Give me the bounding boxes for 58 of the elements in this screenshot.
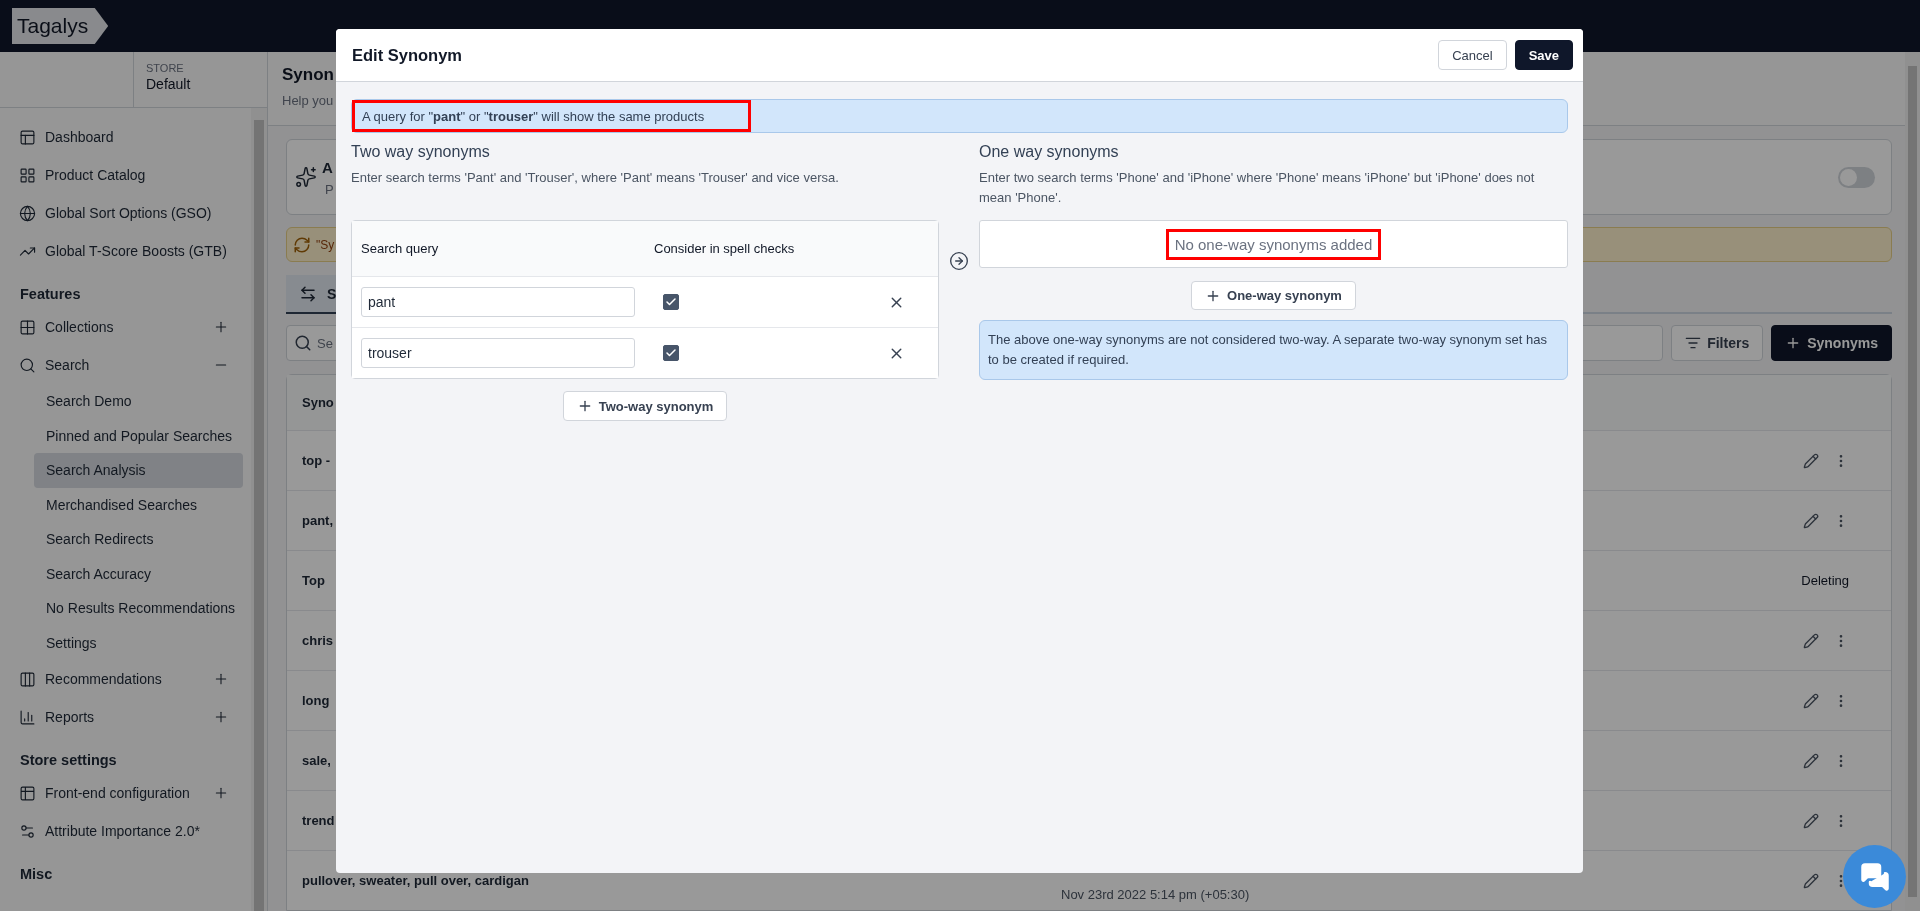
save-button[interactable]: Save <box>1514 40 1573 70</box>
nav-subitem[interactable]: Pinned and Popular Searches <box>34 418 243 453</box>
nav-subitem[interactable]: Search Redirects <box>34 522 243 557</box>
nav-item[interactable]: Dashboard <box>0 118 251 156</box>
logo[interactable]: Tagalys <box>12 8 109 44</box>
table-cell: Top <box>302 573 325 588</box>
query-input[interactable]: trouser <box>361 338 635 368</box>
status-text: Deleting <box>1801 573 1849 588</box>
card-title: A <box>322 159 333 176</box>
add-synonyms-button[interactable]: Synonyms <box>1771 325 1892 361</box>
nav-subitem[interactable]: Settings <box>34 625 243 660</box>
nav-subitem[interactable]: Merchandised Searches <box>34 487 243 522</box>
section-heading: Store settings <box>19 751 118 770</box>
column-header: Consider in spell checks <box>654 241 796 256</box>
add-two-way-button[interactable]: Two-way synonym <box>562 391 728 421</box>
column-header: Syno <box>302 395 334 410</box>
nav-item[interactable]: Product Catalog <box>0 156 251 194</box>
nav-item[interactable]: Global T-Score Boosts (GTB) <box>0 232 251 270</box>
cancel-button[interactable]: Cancel <box>1438 40 1507 70</box>
date-cell-text: Nov 23rd 2022 5:14 pm (+05:30) <box>1061 887 1251 904</box>
nav-item[interactable]: Recommendations <box>0 660 251 698</box>
empty-message: No one-way synonyms added <box>1165 228 1382 260</box>
query-input[interactable]: pant <box>361 287 635 317</box>
table-cell: trend <box>302 813 335 828</box>
nav-item[interactable]: Attribute Importance 2.0* <box>0 812 251 850</box>
page-title: Synon <box>282 65 334 85</box>
table-cell: top - <box>302 453 331 468</box>
section-heading: Features <box>19 285 82 304</box>
filters-button[interactable]: Filters <box>1671 325 1764 361</box>
nav-subitem[interactable]: Search Demo <box>34 384 243 419</box>
card-text: P <box>324 182 334 197</box>
table-cell: pant, <box>302 513 334 528</box>
info-text: A query for "pant" or "trouser" will show the same products <box>352 100 752 132</box>
page-subtitle: Help you <box>282 93 334 108</box>
nav-subitem[interactable]: Search Accuracy <box>34 556 243 591</box>
column-header: Search query <box>361 241 440 256</box>
table-cell: chris <box>302 633 334 648</box>
table-cell: long <box>302 693 330 708</box>
section-description: Enter search terms 'Pant' and 'Trouser', where 'Pant' means 'Trouser' and vice versa. <box>351 169 840 187</box>
nav-item[interactable]: Global Sort Options (GSO) <box>0 194 251 232</box>
section-description: Enter two search terms 'Phone' and 'iPhone' where 'Phone' means 'iPhone' but 'iPhone' does not mean 'Phone'. <box>979 169 1536 207</box>
alert-text: "Sy <box>316 237 335 252</box>
nav-item[interactable]: Reports <box>0 698 251 736</box>
section-heading: Misc <box>19 865 54 884</box>
info-note: The above one-way synonyms are not considered two-way. A separate two-way synonym set has to be created if required. <box>979 320 1568 380</box>
nav-item[interactable]: Collections <box>0 308 251 346</box>
dialog-title: Edit Synonym <box>352 45 463 65</box>
store-label: STORE <box>146 62 185 74</box>
table-cell: sale, <box>302 753 331 768</box>
section-title: One way synonyms <box>979 143 1120 161</box>
store-name[interactable]: Default <box>146 76 191 92</box>
table-cell: pullover, sweater, pull over, cardigan <box>302 873 529 888</box>
nav-item[interactable]: Search <box>0 346 251 384</box>
nav-subitem[interactable]: Search Analysis <box>34 453 243 488</box>
add-one-way-button[interactable]: One-way synonym <box>1191 281 1356 310</box>
nav-subitem[interactable]: No Results Recommendations <box>34 591 243 626</box>
nav-item[interactable]: Front-end configuration <box>0 774 251 812</box>
section-title: Two way synonyms <box>351 143 491 161</box>
